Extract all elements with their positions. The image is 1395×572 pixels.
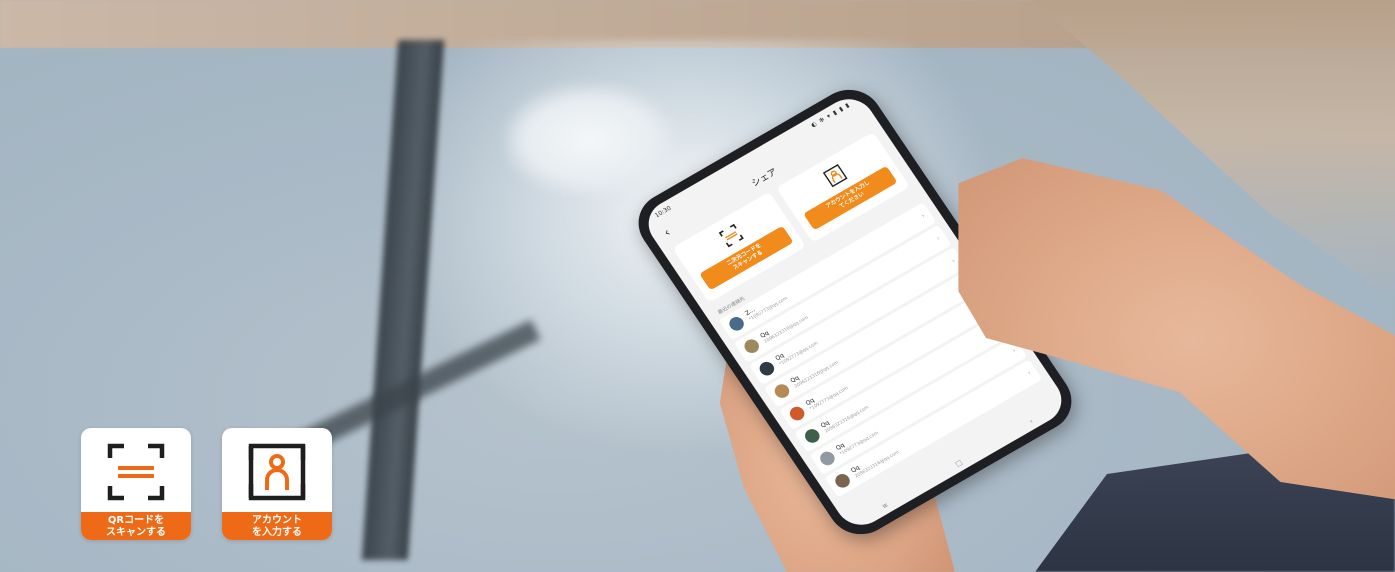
back-icon[interactable]: ‹ [1028,417,1035,425]
qr-scan-badge-label: QRコードを スキャンする [81,512,191,540]
qr-scan-icon [716,221,747,250]
chevron-right-icon: › [1010,346,1018,355]
chevron-right-icon: › [950,256,958,265]
account-input-badge-label: アカウント を入力する [222,512,332,540]
menu-icon[interactable]: ≡ [880,501,890,511]
qr-scan-icon [81,434,191,510]
account-input-icon [820,161,851,190]
avatar [741,336,762,356]
account-input-icon [222,434,332,510]
avatar [726,314,747,334]
avatar [756,359,777,378]
avatar [802,426,823,446]
account-input-badge: アカウント を入力する [222,428,332,540]
avatar [772,381,792,401]
home-icon[interactable]: □ [954,458,964,468]
chevron-right-icon: › [934,234,942,243]
qr-scan-badge: QRコードを スキャンする [81,428,191,540]
background-blurred-object [505,85,675,195]
chevron-right-icon: › [919,211,927,221]
chevron-right-icon: › [1025,369,1033,378]
avatar [832,471,853,491]
avatar [787,404,808,423]
avatar [817,449,838,468]
